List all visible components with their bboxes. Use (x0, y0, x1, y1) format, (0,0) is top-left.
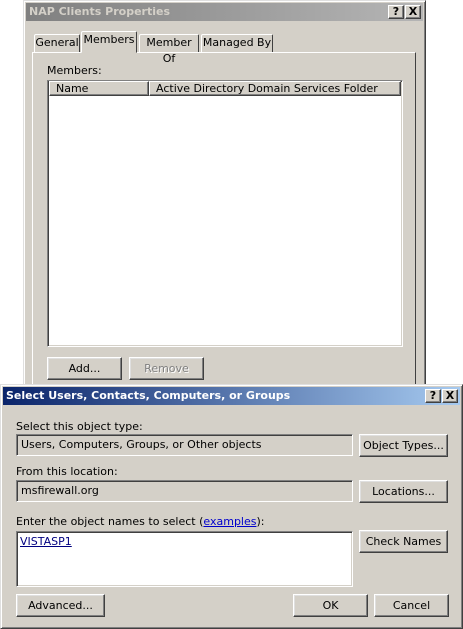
ok-button-label: OK (322, 599, 339, 612)
cancel-button[interactable]: Cancel (374, 594, 449, 617)
ok-button[interactable]: OK (293, 594, 368, 617)
object-names-input[interactable]: VISTASP1 (16, 531, 353, 587)
select-title: Select Users, Contacts, Computers, or Gr… (6, 389, 291, 402)
location-value: msfirewall.org (21, 484, 99, 497)
advanced-button[interactable]: Advanced... (16, 594, 105, 617)
members-label: Members: (47, 64, 102, 77)
tab-member-of[interactable]: Member Of (139, 34, 199, 65)
cancel-button-label: Cancel (392, 599, 431, 612)
check-names-button-label: Check Names (365, 535, 442, 548)
select-users-window: Select Users, Contacts, Computers, or Gr… (0, 384, 463, 629)
object-type-field: Users, Computers, Groups, or Other objec… (16, 434, 353, 456)
add-button-label: Add... (68, 362, 101, 375)
column-header-name-label: Name (56, 82, 89, 95)
add-button[interactable]: Add... (47, 357, 122, 380)
object-name-entry[interactable]: VISTASP1 (20, 535, 72, 548)
advanced-button-label: Advanced... (28, 599, 93, 612)
location-field: msfirewall.org (16, 480, 353, 502)
tab-managed-by[interactable]: Managed By (201, 34, 273, 52)
names-label-suffix: ): (256, 515, 265, 528)
properties-title: NAP Clients Properties (29, 5, 170, 18)
tab-general[interactable]: General (34, 34, 80, 52)
members-list[interactable]: Name Active Directory Domain Services Fo… (47, 80, 403, 347)
object-type-label: Select this object type: (16, 420, 143, 433)
names-label: Enter the object names to select (exampl… (16, 515, 264, 528)
nap-clients-properties-window: NAP Clients Properties ? X General Membe… (23, 0, 426, 402)
close-icon: X (408, 5, 418, 18)
help-icon: ? (392, 5, 400, 18)
properties-help-button[interactable]: ? (388, 5, 404, 19)
column-header-folder[interactable]: Active Directory Domain Services Folder (149, 81, 401, 96)
close-icon: X (445, 389, 455, 402)
column-header-folder-label: Active Directory Domain Services Folder (156, 82, 378, 95)
examples-link[interactable]: examples (203, 515, 256, 528)
names-label-prefix: Enter the object names to select ( (16, 515, 204, 528)
select-help-button[interactable]: ? (425, 389, 441, 403)
locations-button-label: Locations... (372, 485, 435, 498)
help-icon: ? (429, 389, 437, 402)
object-types-button-label: Object Types... (363, 439, 444, 452)
location-label: From this location: (16, 465, 118, 478)
tab-members-label: Members (83, 33, 135, 46)
select-titlebar[interactable]: Select Users, Contacts, Computers, or Gr… (3, 387, 460, 405)
tab-managed-by-label: Managed By (202, 36, 272, 49)
tab-general-label: General (35, 36, 79, 49)
column-header-name[interactable]: Name (49, 81, 149, 96)
remove-button[interactable]: Remove (129, 357, 204, 380)
object-type-value: Users, Computers, Groups, or Other objec… (21, 438, 262, 451)
check-names-button[interactable]: Check Names (359, 530, 448, 553)
locations-button[interactable]: Locations... (359, 480, 448, 503)
properties-titlebar[interactable]: NAP Clients Properties ? X (26, 3, 423, 21)
remove-button-label: Remove (144, 362, 189, 375)
object-types-button[interactable]: Object Types... (359, 434, 448, 457)
properties-close-button[interactable]: X (405, 5, 421, 19)
tab-members[interactable]: Members (81, 31, 137, 53)
select-close-button[interactable]: X (442, 389, 458, 403)
